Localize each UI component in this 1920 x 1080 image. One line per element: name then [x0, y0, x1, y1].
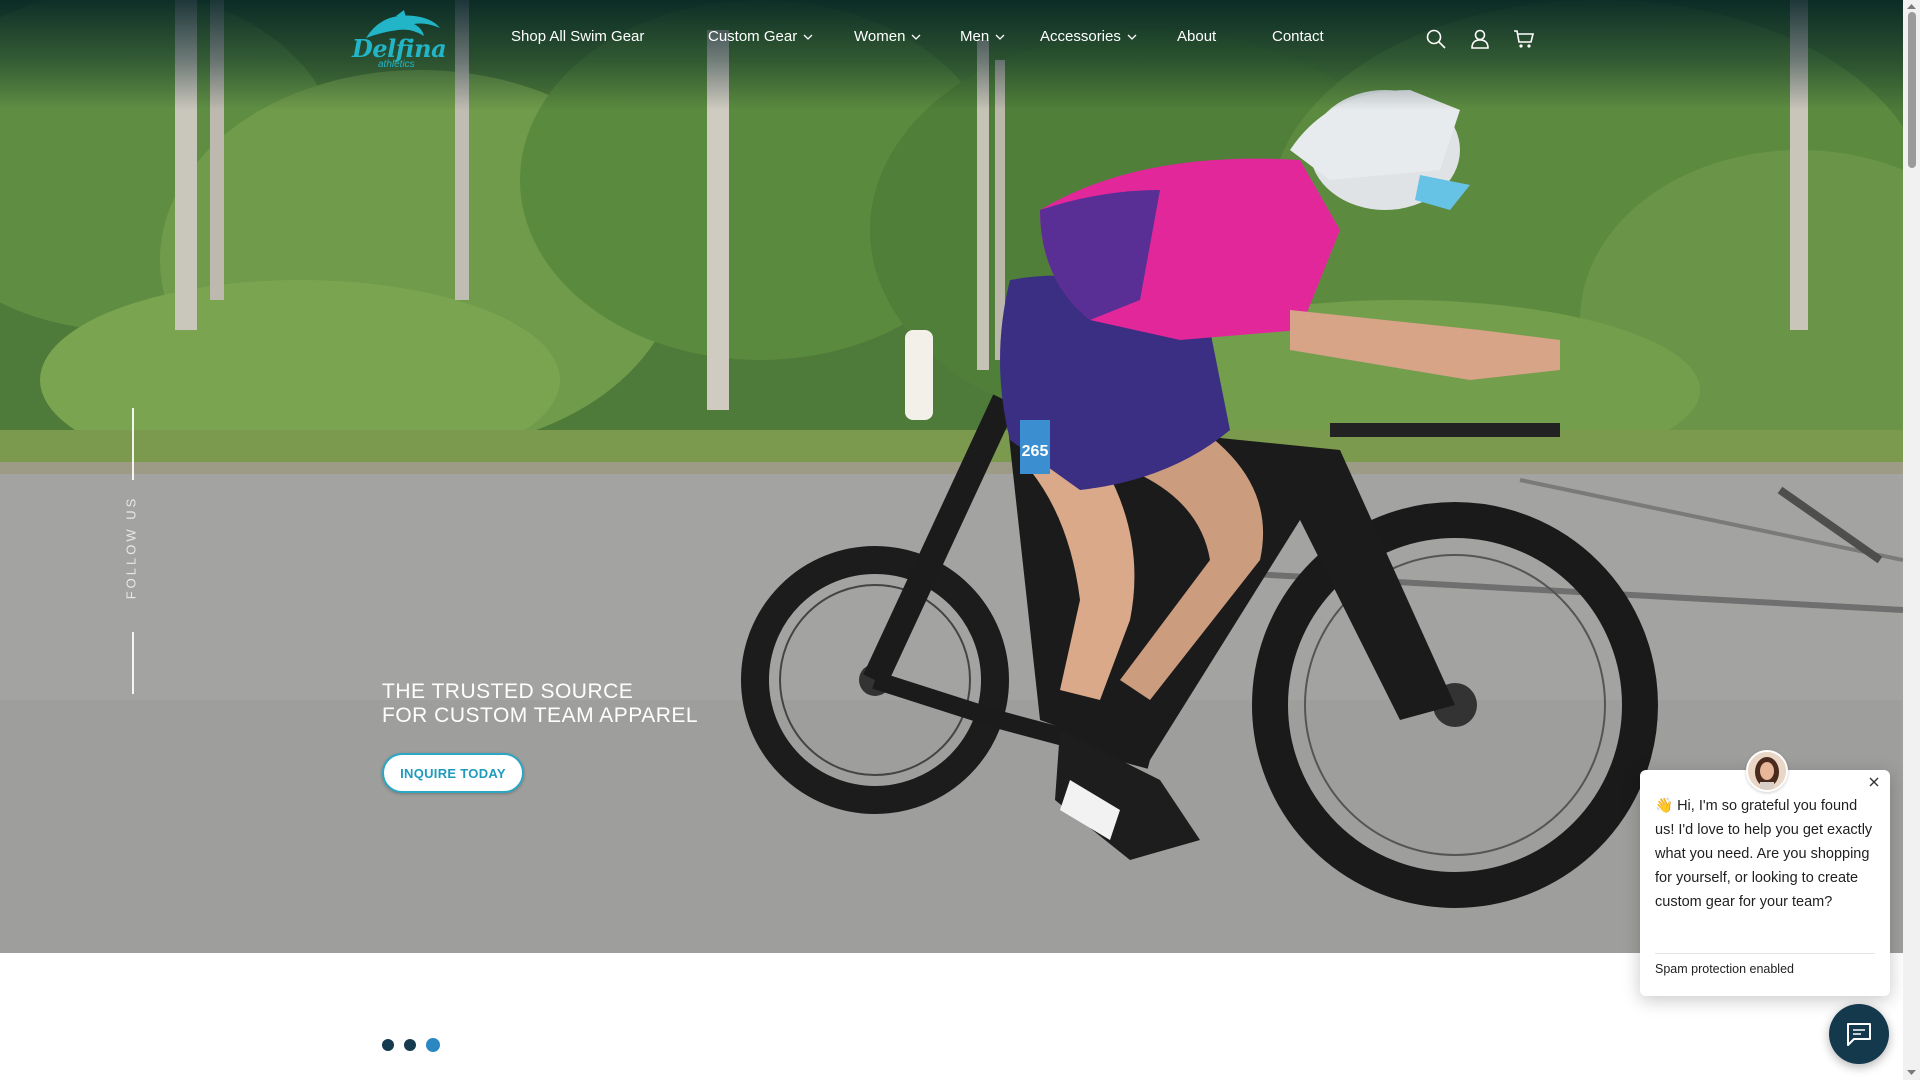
carousel-dot-2[interactable] [404, 1039, 416, 1051]
hero-image: 265 [0, 0, 1903, 953]
carousel-dot-1[interactable] [382, 1039, 394, 1051]
cart-icon[interactable] [1513, 28, 1535, 50]
carousel-dot-3[interactable] [426, 1038, 440, 1052]
nav-contact[interactable]: Contact [1272, 28, 1324, 45]
chat-bubble-icon [1847, 1023, 1871, 1046]
nav-label: Custom Gear [708, 28, 798, 45]
follow-line-top [132, 408, 134, 480]
brand-subtitle: athletics [378, 59, 415, 70]
nav-label: Contact [1272, 28, 1324, 45]
account-icon[interactable] [1469, 28, 1491, 50]
tagline-line-2: FOR CUSTOM TEAM APPAREL [382, 704, 699, 727]
nav-about[interactable]: About [1177, 28, 1216, 45]
chat-divider [1655, 953, 1875, 954]
carousel-dots [382, 1038, 440, 1052]
scroll-up-icon[interactable] [1905, 2, 1918, 12]
brand-logo[interactable]: Delfina athletics [352, 10, 447, 72]
search-icon[interactable] [1425, 28, 1447, 50]
follow-us-label: FOLLOW US [123, 495, 139, 600]
chevron-down-icon [1127, 34, 1137, 40]
chevron-down-icon [911, 34, 921, 40]
tagline-line-1: THE TRUSTED SOURCE [382, 680, 634, 703]
hero-banner: 265 [0, 0, 1903, 953]
chat-launcher-button[interactable] [1829, 1004, 1889, 1064]
race-number: 265 [1022, 443, 1049, 460]
scroll-down-icon[interactable] [1905, 1067, 1918, 1077]
scrollbar-thumb[interactable] [1908, 12, 1916, 168]
chevron-down-icon [995, 34, 1005, 40]
nav-men[interactable]: Men [960, 28, 1005, 45]
nav-label: Women [854, 28, 906, 45]
nav-custom-gear[interactable]: Custom Gear [708, 28, 813, 45]
follow-line-bottom [132, 632, 134, 694]
nav-women[interactable]: Women [854, 28, 921, 45]
chevron-down-icon [803, 34, 813, 40]
hero-tagline: THE TRUSTED SOURCE FOR CUSTOM TEAM APPAR… [382, 680, 698, 728]
nav-label: Shop All Swim Gear [511, 28, 645, 45]
inquire-today-button[interactable]: INQUIRE TODAY [382, 753, 524, 793]
nav-label: Men [960, 28, 990, 45]
spam-protection-note: Spam protection enabled [1655, 962, 1794, 976]
chat-greeting-message: 👋 Hi, I'm so grateful you found us! I'd … [1655, 798, 1873, 910]
nav-label: Accessories [1040, 28, 1121, 45]
agent-photo-icon [1748, 752, 1786, 790]
chat-agent-avatar [1746, 750, 1788, 792]
nav-label: About [1177, 28, 1217, 45]
nav-shop-all-swim-gear[interactable]: Shop All Swim Gear [511, 28, 644, 45]
close-icon[interactable] [1866, 774, 1882, 790]
site-header: Delfina athletics Shop All Swim Gear Cus… [0, 0, 1903, 78]
nav-accessories[interactable]: Accessories [1040, 28, 1137, 45]
